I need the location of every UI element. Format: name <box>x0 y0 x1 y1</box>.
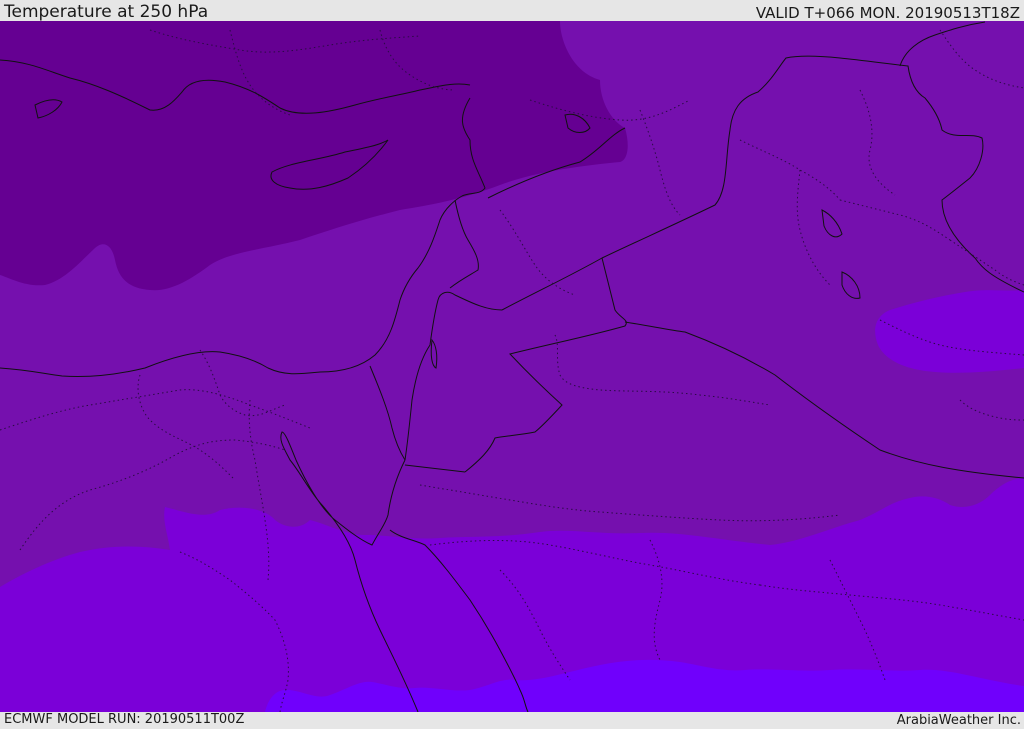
footer-bar: ECMWF MODEL RUN: 20190511T00Z ArabiaWeat… <box>0 712 1024 729</box>
map-title: Temperature at 250 hPa <box>4 2 209 22</box>
model-run-label: ECMWF MODEL RUN: 20190511T00Z <box>4 712 245 727</box>
valid-time: VALID T+066 MON. 20190513T18Z <box>755 4 1020 22</box>
header-bar: Temperature at 250 hPa VALID T+066 MON. … <box>0 0 1024 22</box>
weather-map[interactable] <box>0 21 1024 712</box>
credit-label: ArabiaWeather Inc. <box>896 713 1021 728</box>
